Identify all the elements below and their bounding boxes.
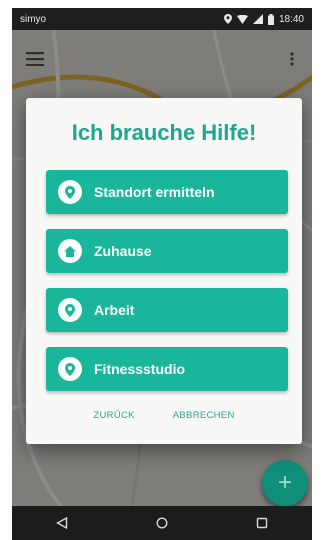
home-circle-icon (156, 517, 168, 529)
help-dialog: Ich brauche Hilfe! Standort ermitteln Zu… (26, 98, 302, 444)
recents-nav-button[interactable] (242, 506, 282, 540)
option-label: Standort ermitteln (94, 184, 215, 200)
location-pin-icon (58, 357, 82, 381)
location-pin-icon (58, 180, 82, 204)
option-fitnessstudio-button[interactable]: Fitnessstudio (46, 347, 288, 391)
navigation-bar (12, 506, 312, 540)
location-status-icon (223, 14, 232, 24)
signal-icon (252, 14, 263, 24)
back-button[interactable]: ZURÜCK (93, 410, 134, 430)
phone-screen: simyo 18:40 + Ich brauche Hilfe! Standor… (12, 8, 312, 540)
wifi-icon (236, 14, 248, 24)
back-nav-button[interactable] (42, 506, 82, 540)
recents-square-icon (256, 517, 268, 529)
battery-icon (267, 13, 274, 25)
cancel-button[interactable]: ABBRECHEN (173, 410, 235, 430)
back-triangle-icon (56, 517, 68, 529)
option-label: Fitnessstudio (94, 361, 186, 377)
plus-icon: + (277, 469, 292, 496)
status-time: 18:40 (278, 13, 304, 25)
dialog-title: Ich brauche Hilfe! (71, 120, 257, 145)
option-label: Arbeit (94, 302, 135, 318)
option-standort-ermitteln-button[interactable]: Standort ermitteln (46, 170, 288, 214)
home-icon (58, 239, 82, 263)
option-label: Zuhause (94, 243, 152, 259)
location-pin-icon (58, 298, 82, 322)
option-arbeit-button[interactable]: Arbeit (46, 288, 288, 332)
option-zuhause-button[interactable]: Zuhause (46, 229, 288, 273)
add-fab-button[interactable]: + (262, 460, 308, 506)
dialog-actions: ZURÜCK ABBRECHEN (26, 410, 302, 430)
home-nav-button[interactable] (142, 506, 182, 540)
status-bar: simyo 18:40 (12, 8, 312, 30)
carrier-name: simyo (20, 13, 47, 25)
status-icons: 18:40 (223, 13, 304, 25)
